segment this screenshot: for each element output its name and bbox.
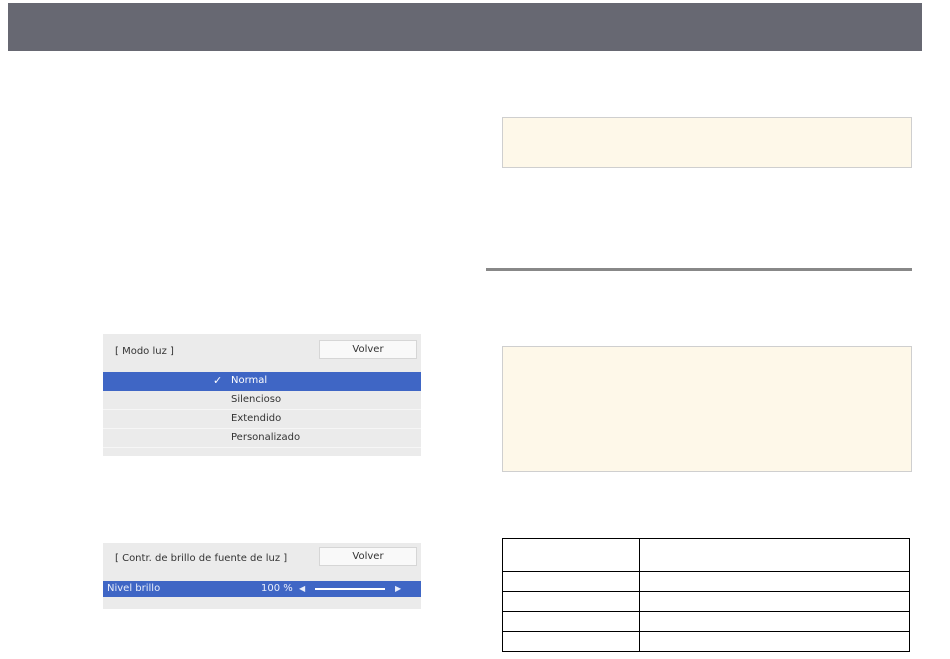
back-button[interactable]: Volver	[319, 547, 417, 566]
table-cell	[502, 571, 640, 592]
light-mode-menu: [ Modo luz ] Volver ✓ Normal Silencioso …	[103, 334, 421, 456]
brightness-level-value: 100 %	[261, 583, 293, 594]
table-cell	[502, 591, 640, 612]
light-mode-option-personalizado[interactable]: Personalizado	[103, 429, 421, 448]
light-mode-menu-title: [ Modo luz ]	[115, 346, 174, 357]
option-label: Personalizado	[231, 432, 301, 443]
back-button[interactable]: Volver	[319, 340, 417, 359]
option-label: Normal	[231, 375, 268, 386]
option-label: Silencioso	[231, 394, 282, 405]
table-cell	[639, 591, 910, 612]
table-cell	[502, 611, 640, 632]
table-row	[502, 591, 910, 612]
checkmark-icon: ✓	[213, 374, 223, 387]
note-box	[502, 117, 912, 168]
table-cell	[639, 631, 910, 652]
data-table	[502, 538, 910, 652]
brightness-level-label: Nivel brillo	[107, 583, 161, 594]
arrow-left-icon[interactable]: ◀	[299, 581, 305, 597]
brightness-level-row[interactable]: Nivel brillo 100 % ◀ ▶	[103, 581, 421, 597]
arrow-right-icon[interactable]: ▶	[395, 581, 401, 597]
brightness-menu: [ Contr. de brillo de fuente de luz ] Vo…	[103, 543, 421, 609]
table-header-cell	[639, 538, 910, 572]
table-row	[502, 611, 910, 632]
table-cell	[502, 631, 640, 652]
brightness-slider-track[interactable]	[315, 588, 385, 590]
table-row	[502, 631, 910, 652]
note-box	[502, 346, 912, 472]
brightness-menu-title: [ Contr. de brillo de fuente de luz ]	[115, 553, 288, 564]
header-bar	[8, 3, 922, 51]
table-cell	[639, 571, 910, 592]
table-header-row	[502, 538, 910, 572]
table-row	[502, 571, 910, 592]
light-mode-option-normal[interactable]: ✓ Normal	[103, 372, 421, 391]
light-mode-option-extendido[interactable]: Extendido	[103, 410, 421, 429]
option-label: Extendido	[231, 413, 282, 424]
light-mode-option-silencioso[interactable]: Silencioso	[103, 391, 421, 410]
table-header-cell	[502, 538, 640, 572]
table-cell	[639, 611, 910, 632]
section-divider	[486, 268, 912, 271]
